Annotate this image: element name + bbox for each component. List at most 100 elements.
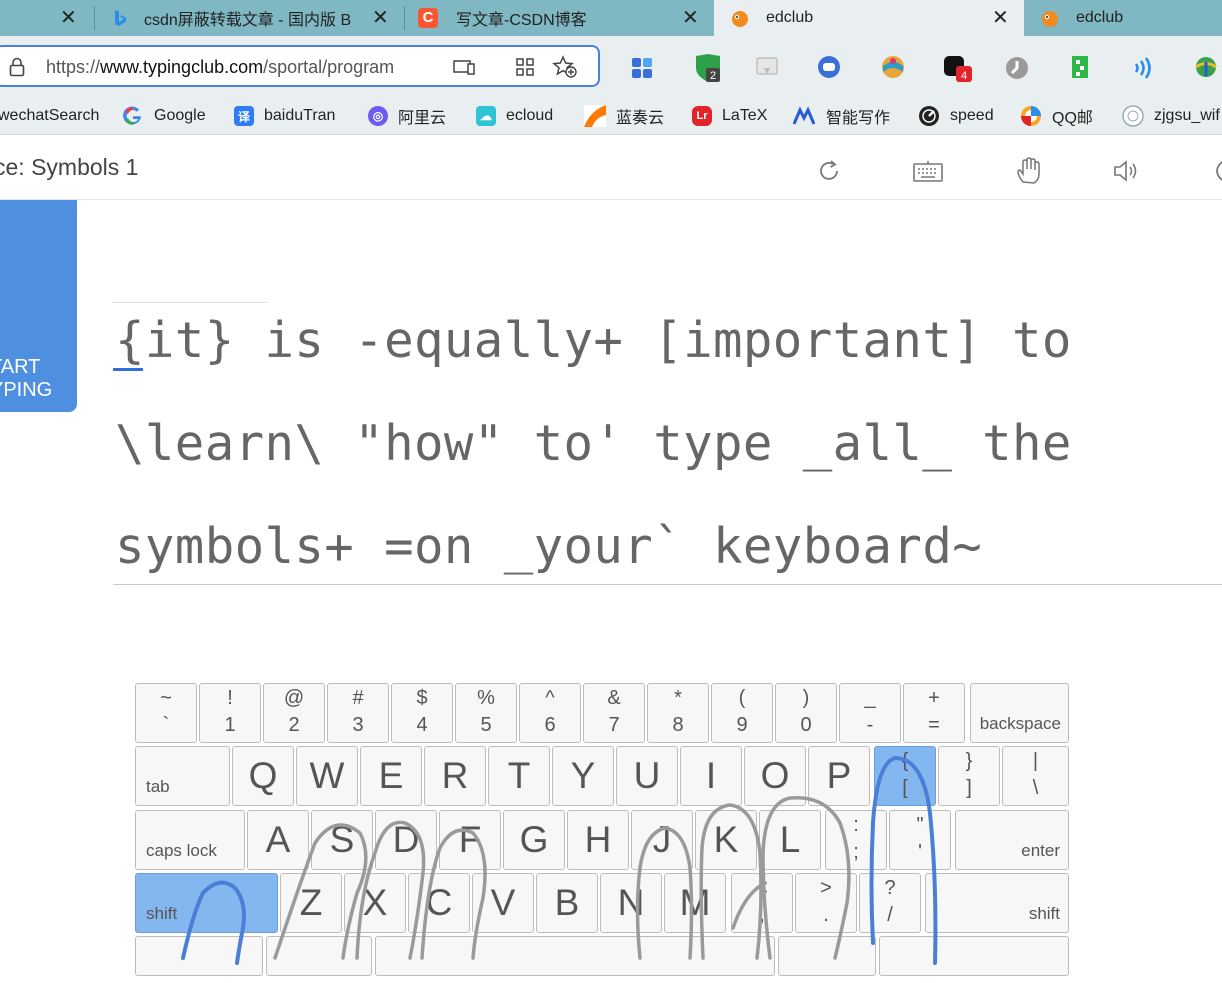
bookmark-qqmail[interactable]: QQ邮 (1020, 104, 1093, 128)
extension-grid-icon[interactable] (1068, 54, 1092, 80)
bookmark-wechatsearch[interactable]: wechatSearch (0, 104, 99, 128)
aliyun-icon: ◎ (368, 106, 388, 126)
hand-icon[interactable] (1014, 156, 1042, 186)
key-base-label: 5 (480, 714, 492, 736)
extension-clock-icon[interactable] (1004, 55, 1030, 81)
key-g: G (503, 810, 565, 870)
url-text[interactable]: https://www.typingclub.com/sportal/progr… (46, 57, 440, 78)
key-label: caps lock (146, 841, 217, 860)
tab-bing[interactable]: csdn屏蔽转载文章 - 国内版 B ✕ (96, 0, 404, 36)
key-h: H (567, 810, 629, 870)
key-letter: A (265, 819, 291, 860)
close-tab-icon[interactable]: ✕ (372, 8, 389, 28)
start-typing-line1: TART (0, 356, 41, 378)
address-bar[interactable]: https://www.typingclub.com/sportal/progr… (0, 45, 600, 87)
key-letter: R (441, 755, 469, 796)
key-letter: H (584, 819, 612, 860)
tab-csdn[interactable]: C 写文章-CSDN博客 ✕ (406, 0, 714, 36)
key-base-label: 3 (352, 714, 364, 736)
bookmark-aliyun[interactable]: ◎ 阿里云 (368, 104, 446, 128)
key-p: P (808, 746, 870, 806)
key-7: & 7 (583, 683, 645, 743)
extension-chat-icon[interactable] (816, 54, 842, 80)
lock-icon[interactable] (8, 57, 26, 77)
key-base-label: - (866, 714, 874, 736)
volume-icon[interactable] (1112, 158, 1142, 184)
extension-collections-icon[interactable] (630, 56, 654, 80)
close-tab-icon[interactable]: ✕ (992, 8, 1009, 28)
key-base-label: . (823, 904, 829, 926)
bookmark-zjgsu[interactable]: zjgsu_wif (1122, 104, 1220, 128)
key-letter: Q (248, 755, 278, 796)
key-letter: Y (570, 755, 596, 796)
key-5: % 5 (455, 683, 517, 743)
key-base-label: ] (966, 777, 972, 799)
key-letter: U (633, 755, 661, 796)
key-base-label: 0 (800, 714, 812, 736)
restart-icon[interactable] (816, 158, 842, 184)
key-x: X (344, 873, 406, 933)
bookmark-latex[interactable]: Lr LaTeX (692, 104, 767, 128)
favorite-add-icon[interactable] (552, 55, 578, 79)
extension-download-icon[interactable] (1192, 54, 1222, 80)
apps-icon[interactable] (514, 56, 536, 78)
key-o: O (744, 746, 806, 806)
key-8: * 8 (647, 683, 709, 743)
bookmark-zhineng[interactable]: 智能写作 (792, 104, 890, 128)
key-letter: N (617, 882, 645, 923)
key-base-label: 7 (608, 714, 620, 736)
key-letter: X (362, 882, 388, 923)
key-backtick: ~ ` (135, 683, 197, 743)
key-shift-label: > (820, 877, 832, 899)
key-shift-label: } (965, 750, 973, 772)
keyboard-icon[interactable] (912, 160, 944, 184)
start-typing-panel[interactable]: TART YPING (0, 200, 77, 412)
bookmark-lanzouyun[interactable]: 蓝奏云 (584, 104, 664, 128)
key-6: ^ 6 (519, 683, 581, 743)
key-base-label: 1 (224, 714, 236, 736)
bookmark-baidutran[interactable]: 译 baiduTran (234, 104, 335, 128)
key-2: @2 (263, 683, 325, 743)
edclub-icon (1042, 11, 1058, 27)
key-letter: V (490, 882, 516, 923)
key-a: A (247, 810, 309, 870)
key-e: E (360, 746, 422, 806)
key-shift-label: ! (227, 687, 233, 709)
tab-edclub-active[interactable]: edclub ✕ (714, 0, 1024, 36)
typing-cursor (113, 368, 143, 371)
key-shift-label: : (853, 814, 859, 836)
key-shift-left: shift (135, 873, 278, 933)
bookmark-label: ecloud (506, 107, 554, 124)
key-letter: E (378, 755, 404, 796)
key-t: T (488, 746, 550, 806)
key-letter: C (425, 882, 453, 923)
key-letter: W (309, 755, 345, 796)
tab-edclub[interactable]: edclub (1026, 0, 1222, 36)
writing-ai-icon (792, 106, 816, 125)
settings-icon[interactable] (1210, 158, 1222, 184)
bookmark-label: 智能写作 (826, 110, 891, 127)
close-tab-icon[interactable]: ✕ (682, 8, 699, 28)
bookmark-ecloud[interactable]: ☁ ecloud (476, 104, 553, 128)
typing-text-area[interactable]: {it} is -equally+ [important] to \learn\… (113, 300, 1222, 585)
key-label: shift (1028, 904, 1060, 923)
extension-shield-icon[interactable]: 2 (692, 54, 724, 84)
bookmark-speed[interactable]: speed (918, 104, 994, 128)
url-host: www.typingclub.com (100, 57, 264, 77)
device-icon[interactable] (452, 57, 476, 77)
close-tab-icon[interactable]: ✕ (60, 8, 77, 28)
bookmark-google[interactable]: Google (122, 104, 206, 128)
key-v: V (472, 873, 534, 933)
tab-separator (94, 6, 95, 30)
extension-globe-icon[interactable] (880, 54, 906, 80)
tab-partial-left[interactable]: ✕ (0, 0, 92, 36)
key-shift-label: $ (416, 687, 428, 709)
extension-reader-icon[interactable] (754, 54, 780, 80)
extension-wifi-icon[interactable] (1130, 56, 1156, 80)
csdn-icon: C (418, 8, 438, 28)
extension-notify-icon[interactable]: 4 (942, 54, 974, 84)
tab-title: edclub (1076, 9, 1124, 26)
key-base-label: 9 (736, 714, 748, 736)
virtual-keyboard: ~ ` ! 1 @2 #3 $4 % 5 ^ 6 & 7 * 8 (9 ) 0 _ - + = b… (135, 683, 1069, 983)
key-3: #3 (327, 683, 389, 743)
